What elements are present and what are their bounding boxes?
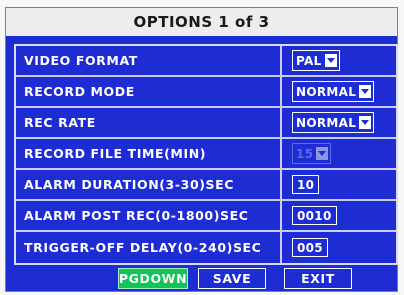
- setting-label: RECORD MODE: [16, 77, 282, 106]
- video-format-select[interactable]: PAL: [292, 50, 340, 71]
- trigger-off-delay-field[interactable]: 005: [292, 238, 328, 257]
- save-button[interactable]: SAVE: [198, 268, 266, 289]
- alarm-duration-field[interactable]: 10: [292, 175, 320, 194]
- setting-label: VIDEO FORMAT: [16, 46, 282, 75]
- setting-label: ALARM POST REC(0-1800)SEC: [16, 201, 282, 230]
- screen: OPTIONS 1 of 3 VIDEO FORMAT PAL RECORD M…: [0, 0, 404, 295]
- pgdown-button[interactable]: PGDOWN: [118, 268, 188, 289]
- setting-label: RECORD FILE TIME(MIN): [16, 139, 282, 168]
- setting-row-record-file-time: RECORD FILE TIME(MIN) 15: [16, 139, 396, 170]
- rec-rate-select[interactable]: NORMAL: [292, 112, 375, 133]
- setting-row-record-mode: RECORD MODE NORMAL: [16, 77, 396, 108]
- setting-row-alarm-post-rec: ALARM POST REC(0-1800)SEC 0010: [16, 201, 396, 232]
- select-value: 15: [296, 146, 314, 161]
- setting-row-trigger-off-delay: TRIGGER-OFF DELAY(0-240)SEC 005: [16, 232, 396, 263]
- options-dialog: OPTIONS 1 of 3 VIDEO FORMAT PAL RECORD M…: [5, 7, 398, 292]
- select-value: NORMAL: [296, 115, 357, 130]
- record-mode-select[interactable]: NORMAL: [292, 81, 375, 102]
- setting-row-rec-rate: REC RATE NORMAL: [16, 108, 396, 139]
- alarm-post-rec-field[interactable]: 0010: [292, 206, 337, 225]
- settings-table: VIDEO FORMAT PAL RECORD MODE NORMAL REC …: [14, 44, 398, 265]
- chevron-down-icon[interactable]: [324, 54, 337, 67]
- select-value: NORMAL: [296, 84, 357, 99]
- setting-label: REC RATE: [16, 108, 282, 137]
- select-value: PAL: [296, 53, 322, 68]
- chevron-down-icon[interactable]: [359, 85, 372, 98]
- dialog-title: OPTIONS 1 of 3: [6, 8, 397, 38]
- setting-row-video-format: VIDEO FORMAT PAL: [16, 46, 396, 77]
- setting-row-alarm-duration: ALARM DURATION(3-30)SEC 10: [16, 170, 396, 201]
- setting-label: ALARM DURATION(3-30)SEC: [16, 170, 282, 199]
- record-file-time-select: 15: [292, 143, 332, 164]
- chevron-down-icon: [316, 147, 329, 160]
- exit-button[interactable]: EXIT: [284, 268, 352, 289]
- button-bar: PGDOWN SAVE EXIT: [6, 268, 397, 290]
- setting-label: TRIGGER-OFF DELAY(0-240)SEC: [16, 232, 282, 263]
- chevron-down-icon[interactable]: [359, 116, 372, 129]
